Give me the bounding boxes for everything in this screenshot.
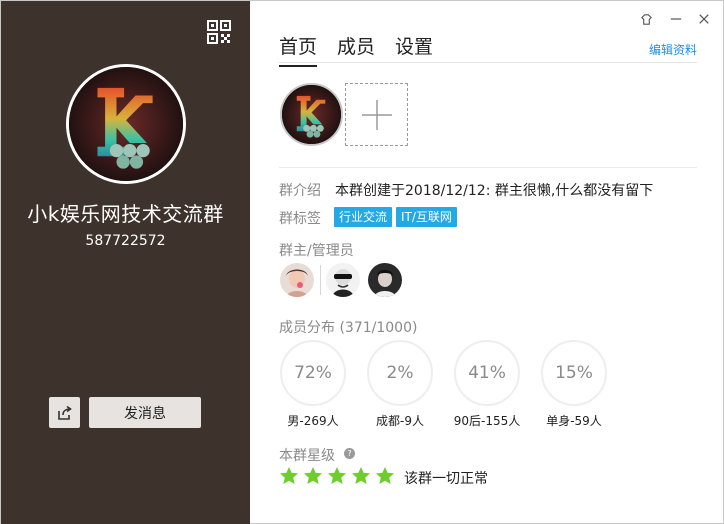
admin-avatar[interactable]: [368, 263, 402, 297]
send-message-button[interactable]: 发消息: [89, 397, 201, 428]
left-panel: 小k娱乐网技术交流群 587722572 发消息: [1, 1, 250, 524]
intro-text: 本群创建于2018/12/12: 群主很懒,什么都没有留下: [335, 183, 654, 199]
stat-age-circle[interactable]: 41%: [454, 340, 520, 406]
share-icon: [57, 405, 72, 420]
tags-label: 群标签: [279, 211, 321, 227]
help-icon[interactable]: ?: [344, 448, 355, 459]
admin-avatar[interactable]: [326, 263, 360, 297]
star-icon: [376, 467, 394, 484]
group-avatar[interactable]: [66, 64, 186, 184]
group-avatar-thumbnail[interactable]: [280, 83, 343, 146]
stat-location-circle[interactable]: 2%: [367, 340, 433, 406]
admins-label: 群主/管理员: [279, 243, 354, 259]
close-icon[interactable]: [695, 11, 713, 27]
add-photo-button[interactable]: [345, 83, 408, 146]
rating-label: 本群星级: [279, 448, 335, 464]
skin-icon[interactable]: [637, 11, 655, 27]
share-button[interactable]: [49, 397, 80, 428]
plus-icon: [361, 99, 392, 130]
distribution-label: 成员分布 (371/1000): [279, 320, 418, 336]
tab-divider: [279, 62, 697, 63]
group-name: 小k娱乐网技术交流群: [27, 202, 224, 226]
section-divider: [279, 167, 697, 168]
star-icon: [280, 467, 298, 484]
tag-it[interactable]: IT/互联网: [396, 207, 457, 227]
rating-status: 该群一切正常: [404, 471, 488, 487]
minimize-icon[interactable]: [667, 11, 685, 27]
star-icon: [328, 467, 346, 484]
group-id: 587722572: [85, 233, 166, 249]
edit-profile-link[interactable]: 编辑资料: [649, 41, 697, 58]
stat-single-caption: 单身-59人: [546, 414, 602, 428]
stat-gender-caption: 男-269人: [287, 414, 339, 428]
intro-label: 群介绍: [279, 183, 321, 199]
owner-avatar[interactable]: [280, 263, 314, 297]
tag-industry[interactable]: 行业交流: [334, 207, 393, 227]
admin-separator: [320, 265, 321, 295]
stat-age-caption: 90后-155人: [453, 414, 521, 428]
group-profile-window: 小k娱乐网技术交流群 587722572 发消息 首页 成员 设置 编辑资料 群…: [0, 0, 724, 524]
star-icon: [304, 467, 322, 484]
star-rating: [279, 466, 399, 486]
stat-location-caption: 成都-9人: [376, 414, 424, 428]
qr-code-icon[interactable]: [207, 20, 231, 44]
star-icon: [352, 467, 370, 484]
stat-gender-circle[interactable]: 72%: [280, 340, 346, 406]
stat-single-circle[interactable]: 15%: [541, 340, 607, 406]
